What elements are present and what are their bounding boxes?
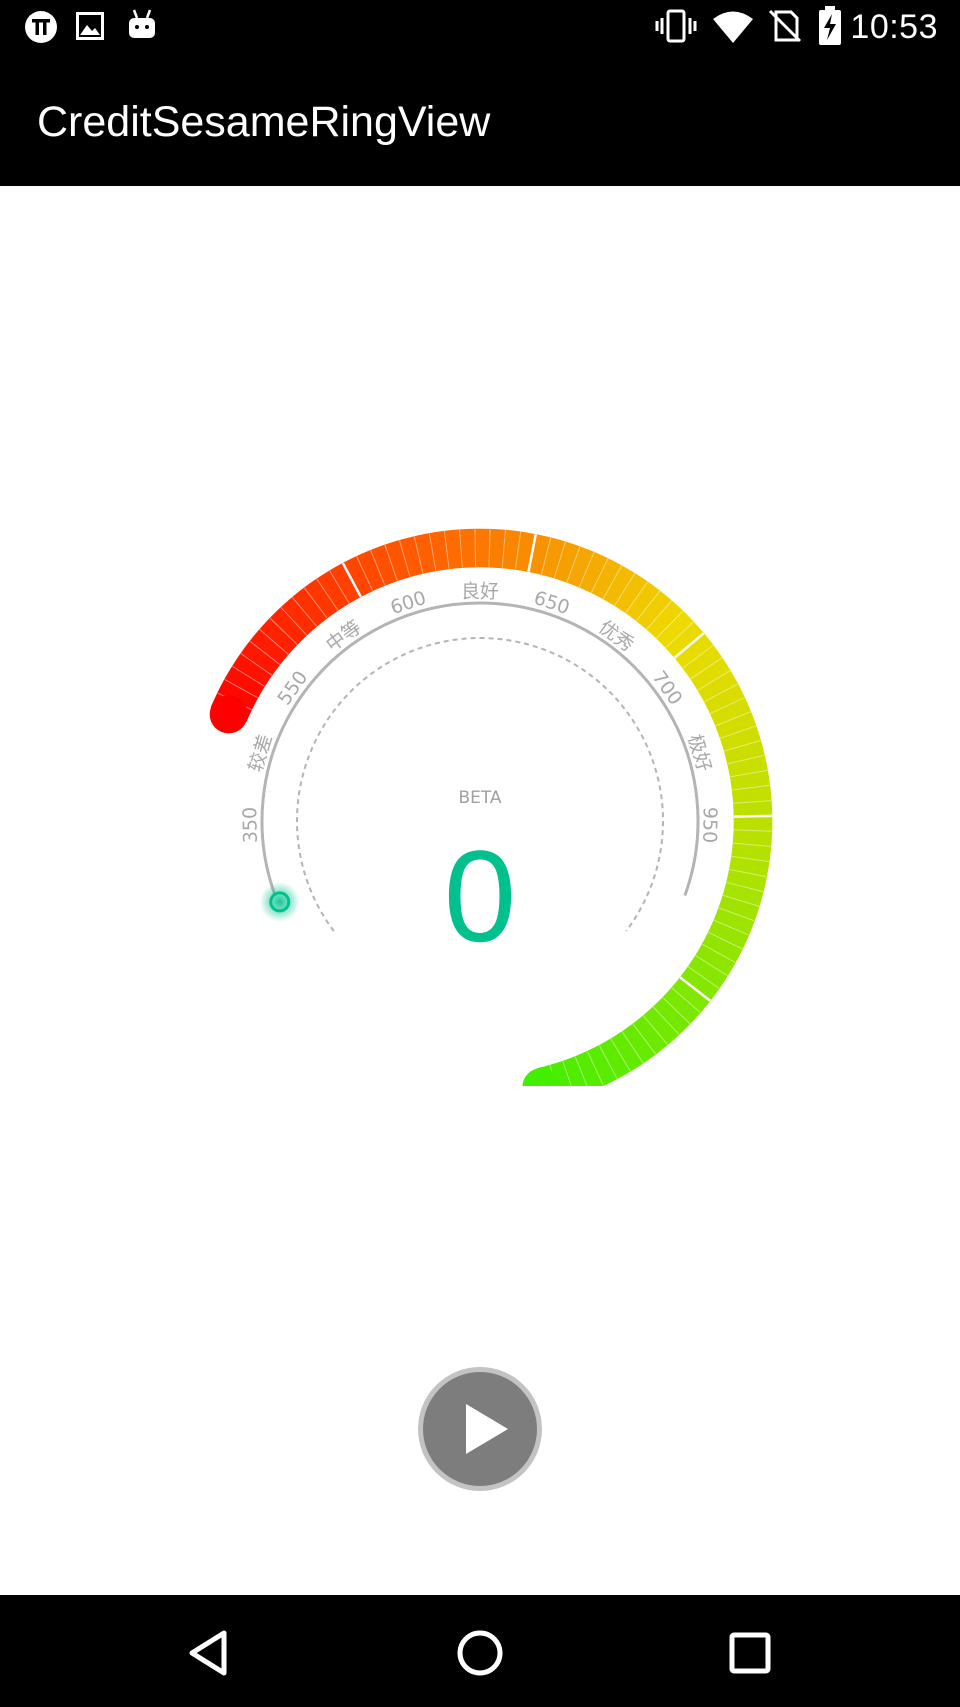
credit-score-value: 0 <box>444 823 516 969</box>
app-bar: CreditSesameRingView <box>0 56 960 186</box>
wifi-icon <box>713 11 753 43</box>
play-icon <box>466 1404 508 1454</box>
play-button[interactable] <box>418 1367 542 1491</box>
pi-icon <box>25 11 57 43</box>
gauge-tick-label: 600 <box>388 587 429 619</box>
app-title: CreditSesameRingView <box>37 98 491 146</box>
gauge-tick-label: 950 <box>698 807 721 844</box>
status-clock: 10:53 <box>850 8 938 46</box>
gauge-arc-segment <box>474 528 491 568</box>
vibrate-icon <box>655 9 697 43</box>
status-bar: 10:53 <box>0 0 960 56</box>
gauge-tick-label: 350 <box>239 807 262 844</box>
back-icon[interactable] <box>180 1623 240 1683</box>
content-area: 350 较差 550 中等 600 良好 650 优秀 700 极好 950 BETA 0 <box>0 186 960 1595</box>
image-icon <box>76 12 104 40</box>
android-icon <box>129 9 155 38</box>
gauge-major-tick <box>733 814 772 818</box>
navigation-bar <box>0 1595 960 1707</box>
gauge-arc-start-cap <box>209 695 248 734</box>
home-icon[interactable] <box>450 1623 510 1683</box>
beta-label: BETA <box>458 788 501 808</box>
credit-score-gauge: 350较差550中等600 良好 650优秀700极好950 BETA 0 <box>209 528 773 1086</box>
gauge-tick-label: 650 <box>531 587 572 619</box>
gauge-tick-label: 极好 <box>683 732 715 775</box>
recents-icon[interactable] <box>720 1623 780 1683</box>
no-sim-icon <box>768 9 802 43</box>
gauge-minor-tick <box>474 529 477 568</box>
gauge-tick-label: 较差 <box>245 732 277 775</box>
battery-charging-icon <box>819 6 841 45</box>
gauge-progress-indicator <box>259 881 300 922</box>
gauge-arc-segment <box>733 815 773 832</box>
gauge-tick-label: 良好 <box>461 581 499 603</box>
